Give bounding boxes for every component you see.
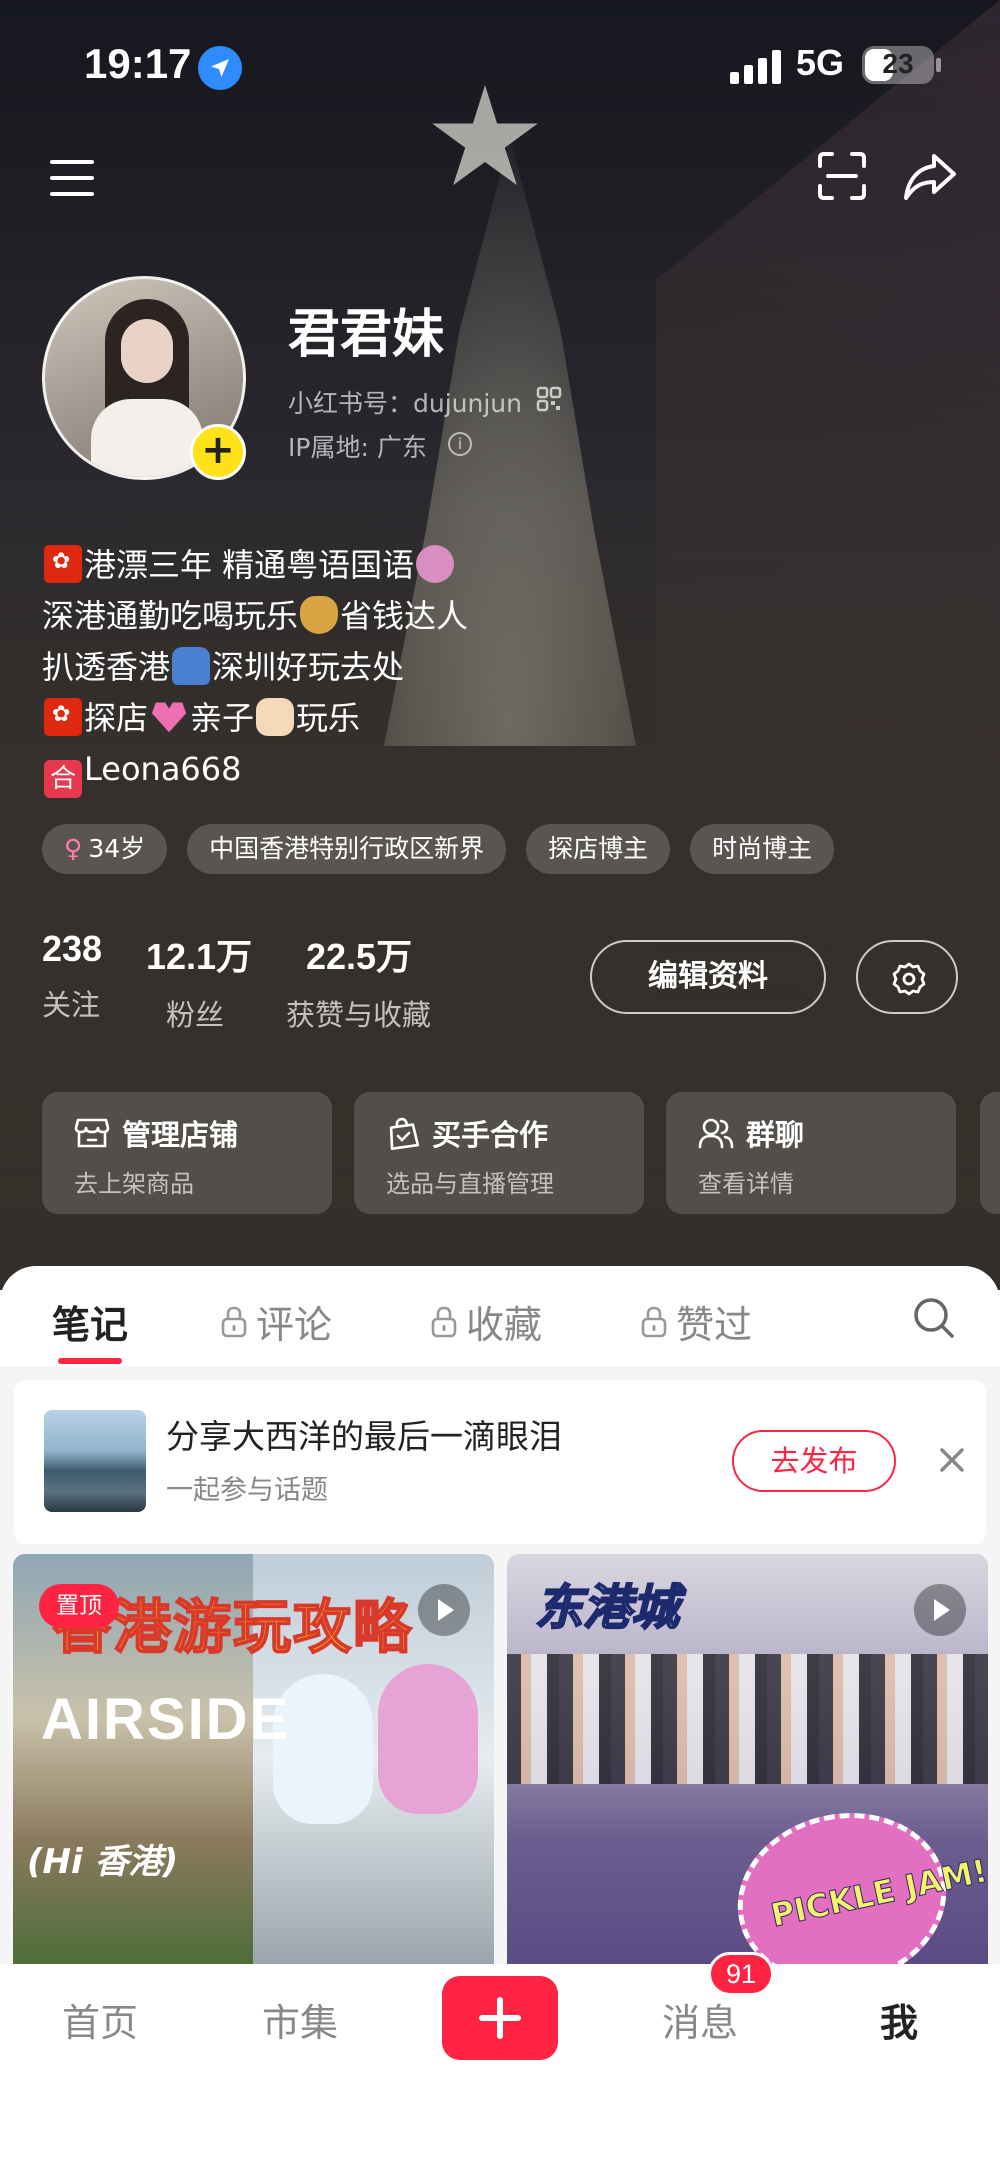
red-id[interactable]: 小红书号：dujunjun (288, 384, 522, 420)
avatar-add-button[interactable]: + (190, 424, 246, 480)
status-time: 19:17 (84, 40, 192, 87)
tag-age: ♀ 34岁 (42, 824, 168, 874)
network-type: 5G (796, 42, 845, 83)
bio-line-5: 合 Leona668 (42, 744, 468, 798)
two-hearts-emoji-icon (151, 702, 187, 733)
profile-tabs: 笔记 评论 收藏 赞过 (0, 1266, 1000, 1366)
ip-location: IP属地: 广东 (288, 433, 427, 462)
buyer-cooperation-card[interactable]: 买手合作 选品与直播管理 (354, 1092, 644, 1214)
settings-button[interactable] (856, 940, 958, 1014)
woman-gesture-emoji-icon (416, 545, 455, 583)
bio-line-3: 扒透香港 深圳好玩去处 (42, 647, 405, 686)
info-icon[interactable]: i (448, 432, 472, 456)
signal-icon (730, 50, 781, 84)
car-emoji-icon (172, 647, 211, 685)
pinned-badge: 置顶 (39, 1584, 119, 1628)
active-tab-indicator (58, 1358, 122, 1364)
topic-thumbnail (44, 1410, 146, 1512)
lock-icon (641, 1306, 667, 1337)
location-arrow-icon (198, 46, 242, 90)
tab-liked[interactable]: 赞过 (640, 1294, 752, 1349)
mascot-image (378, 1664, 478, 1814)
cover-text: AIRSIDE (41, 1687, 291, 1752)
message-count-badge: 91 (708, 1952, 774, 1996)
nav-messages[interactable]: 消息 (662, 1992, 738, 2047)
topic-banner[interactable]: 分享大西洋的最后一滴眼泪 一起参与话题 去发布 (14, 1380, 986, 1544)
nav-home[interactable]: 首页 (62, 1992, 138, 2047)
topic-subtitle: 一起参与话题 (166, 1475, 328, 1506)
nav-market[interactable]: 市集 (262, 1992, 338, 2047)
menu-icon[interactable] (42, 148, 102, 208)
status-bar: 19:17 5G 23 (0, 38, 1000, 98)
share-icon[interactable] (900, 146, 960, 206)
he-sign-emoji-icon: 合 (44, 760, 82, 798)
stat-followers[interactable]: 12.1万 粉丝 (146, 928, 252, 1034)
note-card[interactable]: AIRSIDE (Hi 香港) 香港游玩攻略 置顶 (13, 1554, 494, 1964)
play-icon (914, 1584, 966, 1636)
cover-text: (Hi 香港) (27, 1842, 179, 1882)
nav-me[interactable]: 我 (880, 1992, 918, 2047)
money-bag-emoji-icon (300, 596, 339, 634)
tab-notes[interactable]: 笔记 (52, 1294, 128, 1349)
scan-icon[interactable] (812, 146, 872, 206)
stat-following[interactable]: 238 关注 (42, 928, 102, 1024)
bio-line-4: 探店亲子玩乐 (42, 693, 468, 744)
battery-level: 23 (882, 48, 914, 79)
topic-title: 分享大西洋的最后一滴眼泪 (166, 1417, 562, 1456)
tab-collections[interactable]: 收藏 (430, 1294, 542, 1349)
crowd-photo (507, 1654, 988, 1784)
close-icon[interactable] (932, 1440, 972, 1480)
tag-category: 时尚博主 (690, 824, 835, 874)
group-icon (698, 1118, 734, 1149)
bag-icon (389, 1117, 420, 1150)
lock-icon (221, 1306, 247, 1337)
hk-flag-emoji-icon (44, 545, 82, 583)
store-icon (74, 1118, 110, 1148)
publish-button[interactable]: 去发布 (732, 1430, 896, 1492)
play-icon (418, 1584, 470, 1636)
battery-icon: 23 (862, 46, 934, 84)
gear-icon (892, 962, 926, 996)
stat-likes-collections[interactable]: 22.5万 获赞与收藏 (286, 928, 431, 1034)
bio: 港漂三年 精通粤语国语 深港通勤吃喝玩乐省钱达人 扒透香港深圳好玩去处 探店亲子… (42, 540, 468, 798)
create-post-button[interactable] (442, 1976, 558, 2060)
nickname: 君君妹 (288, 305, 445, 365)
tab-comments[interactable]: 评论 (220, 1294, 332, 1349)
manage-store-card[interactable]: 管理店铺 去上架商品 (42, 1092, 332, 1214)
female-icon: ♀ (64, 834, 83, 863)
bio-line-2: 深港通勤吃喝玩乐 省钱达人 (42, 596, 469, 635)
rock-hand-emoji-icon (256, 698, 295, 736)
search-icon[interactable] (912, 1296, 956, 1340)
note-card[interactable]: PICKLE JAM! 东港城 (507, 1554, 988, 1964)
service-card-peek[interactable] (980, 1092, 1000, 1214)
group-chat-card[interactable]: 群聊 查看详情 (666, 1092, 956, 1214)
tag-category: 探店博主 (526, 824, 671, 874)
qr-code-icon[interactable] (536, 386, 562, 412)
service-cards: 管理店铺 去上架商品 买手合作 选品与直播管理 群聊 查看详情 (42, 1092, 956, 1214)
profile-tags: ♀ 34岁 中国香港特别行政区新界 探店博主 时尚博主 (42, 824, 835, 874)
hk-flag-emoji-icon (44, 698, 82, 736)
edit-profile-button[interactable]: 编辑资料 (590, 940, 826, 1014)
lock-icon (431, 1306, 457, 1337)
bottom-tab-bar: 首页 市集 消息 91 我 (0, 1952, 1000, 2164)
note-cover-title: 东港城 (534, 1579, 680, 1637)
tag-location: 中国香港特别行政区新界 (187, 824, 507, 874)
bio-line-1: 港漂三年 精通粤语国语 (42, 540, 468, 591)
